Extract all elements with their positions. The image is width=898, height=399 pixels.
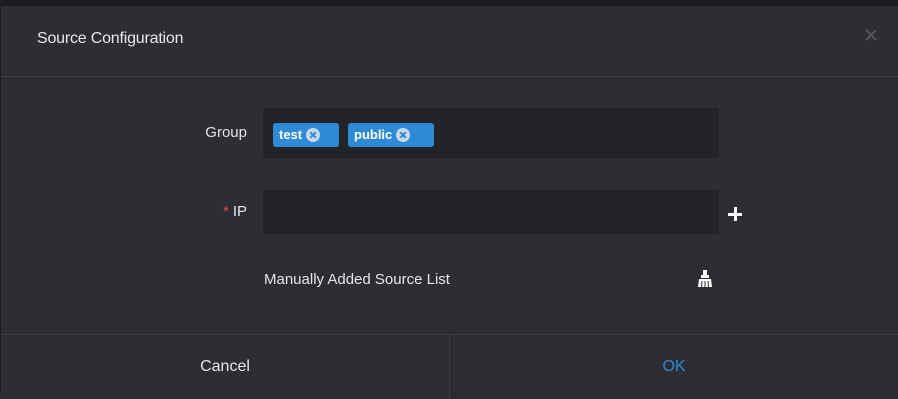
source-configuration-dialog: Source Configuration Group test public *… — [0, 0, 898, 399]
remove-tag-icon[interactable] — [396, 128, 411, 142]
dialog-header: Source Configuration — [1, 6, 898, 77]
group-tag-label: test — [279, 127, 303, 142]
group-tag-test: test — [273, 123, 339, 147]
dialog-footer: Cancel OK — [1, 334, 898, 399]
group-tag-public: public — [348, 123, 434, 147]
group-label: Group — [205, 124, 247, 141]
ip-input[interactable] — [263, 190, 719, 234]
manual-source-list-label: Manually Added Source List — [264, 271, 450, 288]
plus-icon[interactable] — [728, 207, 742, 221]
broom-icon[interactable] — [698, 270, 712, 288]
ip-label-text: IP — [232, 203, 247, 220]
group-select[interactable]: test public — [263, 108, 719, 158]
broom-icon-svg — [698, 270, 712, 288]
ip-field — [263, 190, 719, 234]
remove-tag-icon[interactable] — [306, 128, 321, 142]
group-tag-label: public — [354, 127, 393, 142]
required-marker: * — [222, 203, 229, 220]
dialog-title: Source Configuration — [37, 30, 184, 47]
close-icon[interactable] — [864, 28, 878, 42]
ip-label: * IP — [151, 203, 247, 220]
cancel-button[interactable]: Cancel — [1, 335, 450, 399]
ok-button[interactable]: OK — [450, 335, 898, 399]
